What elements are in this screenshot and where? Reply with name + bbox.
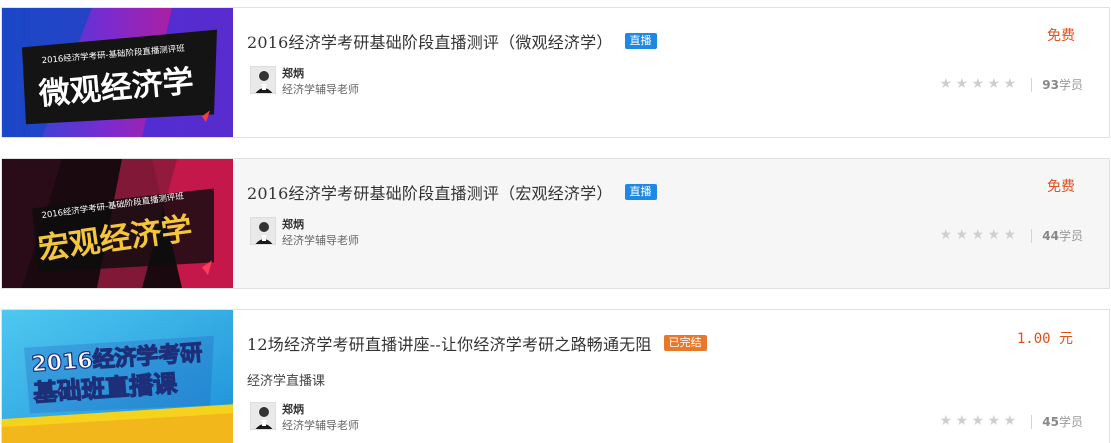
course-card[interactable]: 2016经济学考研 基础班直播课 12场经济学考研直播讲座--让你经济学考研之路… (1, 309, 1110, 443)
divider (1031, 228, 1033, 243)
rating-stars: ★ ★ ★ ★ ★ (938, 77, 1017, 92)
course-thumbnail[interactable]: 2016经济学考研-基础阶段直播测评班 微观经济学 (2, 8, 233, 137)
star-icon: ★ (1003, 227, 1017, 243)
star-icon: ★ (971, 227, 985, 243)
star-icon: ★ (987, 76, 1001, 92)
course-cover-image: 2016经济学考研-基础阶段直播测评班 微观经济学 (2, 8, 233, 137)
avatar (250, 66, 276, 94)
course-thumbnail[interactable]: 2016经济学考研-基础阶段直播测评班 宏观经济学 (2, 159, 233, 288)
star-icon: ★ (939, 413, 953, 429)
teacher-name: 郑炳 (282, 67, 304, 80)
divider (1031, 77, 1033, 92)
student-unit: 学员 (1058, 415, 1083, 429)
course-card[interactable]: 2016经济学考研-基础阶段直播测评班 微观经济学 2016经济学考研基础阶段直… (1, 7, 1110, 138)
course-price: 免费 (1047, 179, 1075, 195)
star-icon: ★ (1003, 413, 1017, 429)
rating-stars: ★ ★ ★ ★ ★ (938, 228, 1017, 243)
course-meta: ★ ★ ★ ★ ★ 45 学员 (938, 413, 1084, 430)
divider (1031, 414, 1033, 429)
course-cover-image: 2016经济学考研-基础阶段直播测评班 宏观经济学 (2, 159, 233, 288)
teacher-info: 郑炳 经济学辅导老师 (250, 66, 359, 98)
course-price: 1.00 元 (1016, 331, 1073, 347)
rating-stars: ★ ★ ★ ★ ★ (938, 414, 1017, 429)
star-icon: ★ (971, 76, 985, 92)
teacher-role: 经济学辅导老师 (282, 234, 359, 247)
student-unit: 学员 (1058, 229, 1083, 243)
course-title[interactable]: 2016经济学考研基础阶段直播测评（微观经济学） (247, 29, 613, 53)
teacher-name: 郑炳 (282, 218, 304, 231)
star-icon: ★ (955, 76, 969, 92)
student-unit: 学员 (1058, 78, 1083, 92)
star-icon: ★ (955, 227, 969, 243)
course-meta: ★ ★ ★ ★ ★ 93 学员 (938, 76, 1084, 93)
course-card[interactable]: 2016经济学考研-基础阶段直播测评班 宏观经济学 2016经济学考研基础阶段直… (1, 158, 1110, 289)
avatar (250, 217, 276, 245)
avatar (250, 402, 276, 430)
teacher-info: 郑炳 经济学辅导老师 (250, 402, 359, 434)
course-price: 免费 (1047, 28, 1075, 44)
status-badge: 直播 (624, 184, 657, 200)
star-icon: ★ (955, 413, 969, 429)
star-icon: ★ (939, 227, 953, 243)
course-cover-image: 2016经济学考研 基础班直播课 (2, 310, 233, 443)
star-icon: ★ (987, 227, 1001, 243)
star-icon: ★ (971, 413, 985, 429)
course-subtitle: 经济学直播课 (247, 374, 326, 389)
student-count: 45 (1042, 414, 1059, 429)
star-icon: ★ (939, 76, 953, 92)
star-icon: ★ (1003, 76, 1017, 92)
student-count: 93 (1042, 77, 1059, 92)
teacher-role: 经济学辅导老师 (282, 83, 359, 96)
status-badge: 直播 (624, 33, 657, 49)
status-badge: 已完结 (663, 335, 707, 351)
course-meta: ★ ★ ★ ★ ★ 44 学员 (938, 227, 1084, 244)
student-count: 44 (1042, 228, 1059, 243)
teacher-info: 郑炳 经济学辅导老师 (250, 217, 359, 249)
star-icon: ★ (987, 413, 1001, 429)
teacher-role: 经济学辅导老师 (282, 419, 359, 432)
course-thumbnail[interactable]: 2016经济学考研 基础班直播课 (2, 310, 233, 443)
course-title[interactable]: 12场经济学考研直播讲座--让你经济学考研之路畅通无阻 (247, 331, 652, 355)
teacher-name: 郑炳 (282, 403, 304, 416)
course-title[interactable]: 2016经济学考研基础阶段直播测评（宏观经济学） (247, 180, 613, 204)
